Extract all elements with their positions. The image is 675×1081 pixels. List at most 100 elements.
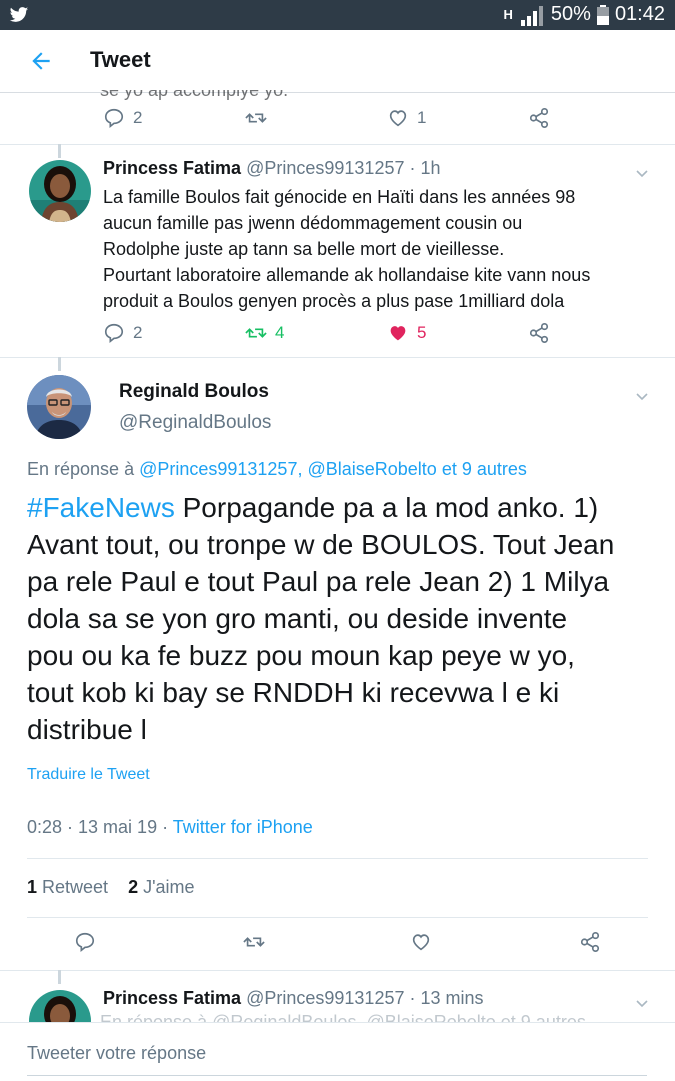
- share-button[interactable]: [528, 322, 550, 344]
- reply-users-link[interactable]: @Princes99131257, @BlaiseRobelto: [139, 459, 437, 479]
- heart-icon: [412, 934, 430, 951]
- reply-button[interactable]: 2: [103, 322, 142, 344]
- source-link[interactable]: Twitter for iPhone: [173, 817, 313, 837]
- retweet-total: 1: [27, 877, 38, 897]
- chevron-down-icon[interactable]: [634, 995, 650, 1011]
- engagement-counts: 1 Retweet 2 J'aime: [27, 877, 195, 898]
- reply-button[interactable]: [74, 931, 96, 953]
- network-type-label: H: [503, 7, 513, 22]
- chevron-down-icon[interactable]: [634, 165, 650, 181]
- tweet-header: Princess Fatima @Princes99131257 · 13 mi…: [103, 988, 484, 1009]
- reply-others-link[interactable]: et 9 autres: [437, 459, 527, 479]
- chevron-down-icon[interactable]: [634, 388, 650, 404]
- tweet-line: tout kob ki bay se RNDDH ki recevwa l e …: [27, 677, 560, 708]
- divider: [0, 970, 675, 971]
- tweet-line: produit a Boulos genyen procès a plus pa…: [103, 291, 565, 311]
- reply-icon: [104, 323, 124, 343]
- avatar-image: [29, 160, 91, 222]
- thread-line: [58, 357, 61, 371]
- author-handle[interactable]: @Princes99131257: [246, 988, 404, 1008]
- retweet-label: Retweet: [37, 877, 109, 897]
- tweet-line: #FakeNews Porpagande pa a la mod anko. 1…: [27, 489, 647, 526]
- tweet-line: dola sa se yon gro manti, ou deside inve…: [27, 603, 568, 634]
- reply-icon: [104, 108, 124, 128]
- retweet-button[interactable]: [243, 931, 265, 953]
- divider: [0, 144, 675, 145]
- input-underline: [27, 1075, 647, 1076]
- retweet-count: 4: [275, 323, 285, 342]
- retweet-button[interactable]: [245, 107, 267, 129]
- battery-icon: [596, 4, 609, 25]
- translate-link[interactable]: Traduire le Tweet: [27, 766, 150, 784]
- twitter-bird-icon: [9, 7, 29, 22]
- heart-icon: [389, 110, 407, 127]
- page-title: Tweet: [90, 47, 151, 72]
- like-button[interactable]: [410, 931, 432, 953]
- previous-tweet-actions: 2 1: [0, 107, 675, 137]
- battery-percent: 50%: [550, 3, 591, 25]
- retweet-icon: [245, 113, 267, 123]
- heart-icon: [390, 326, 406, 341]
- like-count: 1: [417, 108, 427, 127]
- avatar-reginald-boulos[interactable]: [27, 375, 91, 439]
- tweet-actions: 2 4 5: [0, 322, 675, 352]
- retweet-button[interactable]: 4: [245, 322, 284, 344]
- hashtag-link[interactable]: #FakeNews: [27, 492, 175, 523]
- back-arrow-icon[interactable]: [28, 48, 54, 74]
- avatar-image: [27, 375, 91, 439]
- thread-line: [58, 970, 61, 984]
- tweet-text: La famille Boulos fait génocide en Haïti…: [103, 184, 590, 314]
- in-reply-to: En réponse à @Princes99131257, @BlaiseRo…: [27, 459, 527, 480]
- thread-line: [58, 144, 61, 158]
- reply-icon: [75, 932, 95, 952]
- author-name[interactable]: Princess Fatima: [103, 158, 241, 178]
- reply-count: 2: [133, 108, 143, 127]
- tweet-line: aucun famille pas jwenn dédommagement co…: [103, 213, 523, 233]
- reply-composer[interactable]: Tweeter votre réponse: [0, 1022, 675, 1081]
- tweet-header: Princess Fatima @Princes99131257 · 1h: [103, 158, 441, 179]
- tweet-line: pou ou ka fe buzz pou moun kap peye w yo…: [27, 640, 575, 671]
- signal-icon: [520, 5, 543, 26]
- reply-prefix: En réponse à: [27, 459, 140, 479]
- reply-button[interactable]: 2: [103, 107, 142, 129]
- like-count: 5: [417, 323, 427, 342]
- app-bar: Tweet: [0, 30, 675, 93]
- tweet-time: · 1h: [404, 158, 441, 178]
- status-bar: H 50% 01:42: [0, 0, 675, 30]
- tweet-time: · 13 mins: [404, 988, 484, 1008]
- divider: [0, 357, 675, 358]
- share-icon: [529, 108, 549, 128]
- retweet-icon: [245, 328, 267, 338]
- like-button[interactable]: 1: [387, 107, 426, 129]
- tweet-line: distribue l: [27, 714, 147, 745]
- main-tweet-actions: [0, 931, 675, 961]
- tweet-meta: 0:28 · 13 mai 19 · Twitter for iPhone: [27, 817, 313, 838]
- like-button[interactable]: 5: [387, 322, 426, 344]
- author-name[interactable]: Reginald Boulos: [119, 381, 269, 403]
- share-button[interactable]: [528, 107, 550, 129]
- clock: 01:42: [614, 3, 665, 25]
- reply-count: 2: [133, 323, 143, 342]
- retweets-stat[interactable]: 1 Retweet: [27, 877, 108, 897]
- tweet-line-text: Porpagande pa a la mod anko. 1): [174, 492, 599, 523]
- tweet-line: Avant tout, ou tronpe w de BOULOS. Tout …: [27, 529, 615, 560]
- like-label: J'aime: [138, 877, 195, 897]
- timestamp: 0:28 · 13 mai 19 ·: [27, 817, 173, 837]
- share-button[interactable]: [579, 931, 601, 953]
- author-handle[interactable]: @Princes99131257: [246, 158, 404, 178]
- retweet-icon: [243, 937, 265, 947]
- tweet-line: Pourtant laboratoire allemande ak hollan…: [103, 265, 591, 285]
- tweet-line: Rodolphe juste ap tann sa belle mort de …: [103, 239, 505, 259]
- like-total: 2: [128, 877, 139, 897]
- share-icon: [529, 323, 549, 343]
- tweet-line: pa rele Paul e tout Paul pa rele Jean 2)…: [27, 566, 610, 597]
- share-icon: [580, 932, 600, 952]
- author-name[interactable]: Princess Fatima: [103, 988, 241, 1008]
- tweet-text: #FakeNews Porpagande pa a la mod anko. 1…: [27, 489, 647, 748]
- divider: [27, 917, 648, 918]
- avatar-princess-fatima[interactable]: [29, 160, 91, 222]
- reply-input[interactable]: Tweeter votre réponse: [27, 1043, 206, 1064]
- likes-stat[interactable]: 2 J'aime: [128, 877, 194, 897]
- divider: [27, 858, 648, 859]
- author-handle[interactable]: @ReginaldBoulos: [119, 412, 271, 434]
